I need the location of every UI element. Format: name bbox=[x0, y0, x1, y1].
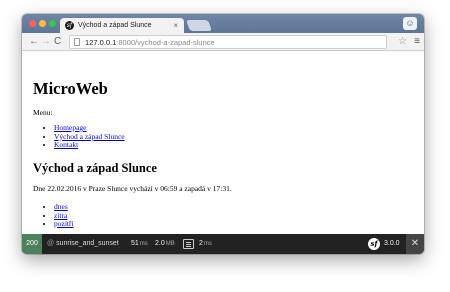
memory-unit: MB bbox=[165, 241, 175, 247]
user-profile-icon[interactable]: ☺ bbox=[403, 17, 417, 30]
url-host: 127.0.0.1 bbox=[85, 37, 117, 47]
symfony-logo-icon[interactable]: sf bbox=[368, 238, 380, 250]
forward-arrow-icon[interactable]: → bbox=[41, 35, 51, 49]
sunrise-sunset-text: Dne 22.02.2016 v Praze Slunce vychází v … bbox=[33, 184, 232, 193]
db-unit: ms bbox=[203, 241, 212, 247]
list-item: pozítří bbox=[54, 219, 74, 229]
page-icon bbox=[74, 38, 80, 46]
section-title: Východ a západ Slunce bbox=[33, 161, 157, 175]
database-icon[interactable] bbox=[183, 239, 194, 249]
reload-icon[interactable]: C bbox=[54, 35, 61, 49]
db-value: 2 bbox=[199, 240, 203, 247]
db-time[interactable]: 2ms bbox=[199, 234, 212, 254]
new-tab-button[interactable] bbox=[185, 20, 213, 31]
toolbar-close-icon[interactable]: ✕ bbox=[406, 234, 424, 254]
menu-link-contact[interactable]: Kontakt bbox=[54, 140, 78, 149]
menu-label: Menu: bbox=[33, 108, 53, 117]
site-title: MicroWeb bbox=[33, 79, 108, 98]
status-code-badge[interactable]: 200 bbox=[22, 234, 42, 254]
route-name[interactable]: @ sunrise_and_sunset bbox=[47, 234, 119, 254]
day-links: dnes zítra pozítří bbox=[54, 202, 74, 229]
url-path: :8000/vychod-a-zapad-slunce bbox=[116, 37, 215, 47]
address-bar[interactable]: 127.0.0.1 :8000/vychod-a-zapad-slunce bbox=[69, 35, 387, 49]
symfony-favicon-icon: sf bbox=[65, 21, 74, 30]
main-menu: Homepage Východ a západ Slunce Kontakt bbox=[54, 123, 125, 150]
title-bar: sf Východ a západ Slunce × ☺ bbox=[22, 14, 424, 33]
browser-toolbar: ← → C 127.0.0.1 :8000/vychod-a-zapad-slu… bbox=[22, 33, 424, 51]
browser-tab[interactable]: sf Východ a západ Slunce × bbox=[60, 18, 184, 33]
time-unit: ms bbox=[139, 241, 148, 247]
route-at-sign: @ bbox=[47, 240, 55, 247]
memory-value: 2.0 bbox=[155, 240, 165, 247]
memory-usage[interactable]: 2.0MB bbox=[155, 234, 175, 254]
bookmark-star-icon[interactable]: ☆ bbox=[398, 35, 407, 49]
symfony-version[interactable]: 3.0.0 bbox=[384, 234, 400, 254]
menu-item: Kontakt bbox=[54, 140, 125, 150]
window-maximize-button[interactable] bbox=[49, 20, 56, 27]
browser-menu-icon[interactable]: ≡ bbox=[414, 35, 420, 49]
day-link-day-after[interactable]: pozítří bbox=[54, 219, 74, 228]
time-value: 51 bbox=[131, 240, 139, 247]
browser-window: sf Východ a západ Slunce × ☺ ← → C 127.0… bbox=[22, 14, 424, 254]
tab-close-icon[interactable]: × bbox=[173, 21, 178, 30]
page-content: MicroWeb Menu: Homepage Východ a západ S… bbox=[22, 51, 424, 234]
window-close-button[interactable] bbox=[29, 20, 36, 27]
window-minimize-button[interactable] bbox=[39, 20, 46, 27]
route-label: sunrise_and_sunset bbox=[56, 240, 119, 247]
request-time[interactable]: 51ms bbox=[131, 234, 148, 254]
back-arrow-icon[interactable]: ← bbox=[29, 35, 39, 49]
tab-title: Východ a západ Slunce bbox=[78, 22, 152, 29]
symfony-debug-toolbar: 200 @ sunrise_and_sunset 51ms 2.0MB 2ms s… bbox=[22, 234, 424, 254]
